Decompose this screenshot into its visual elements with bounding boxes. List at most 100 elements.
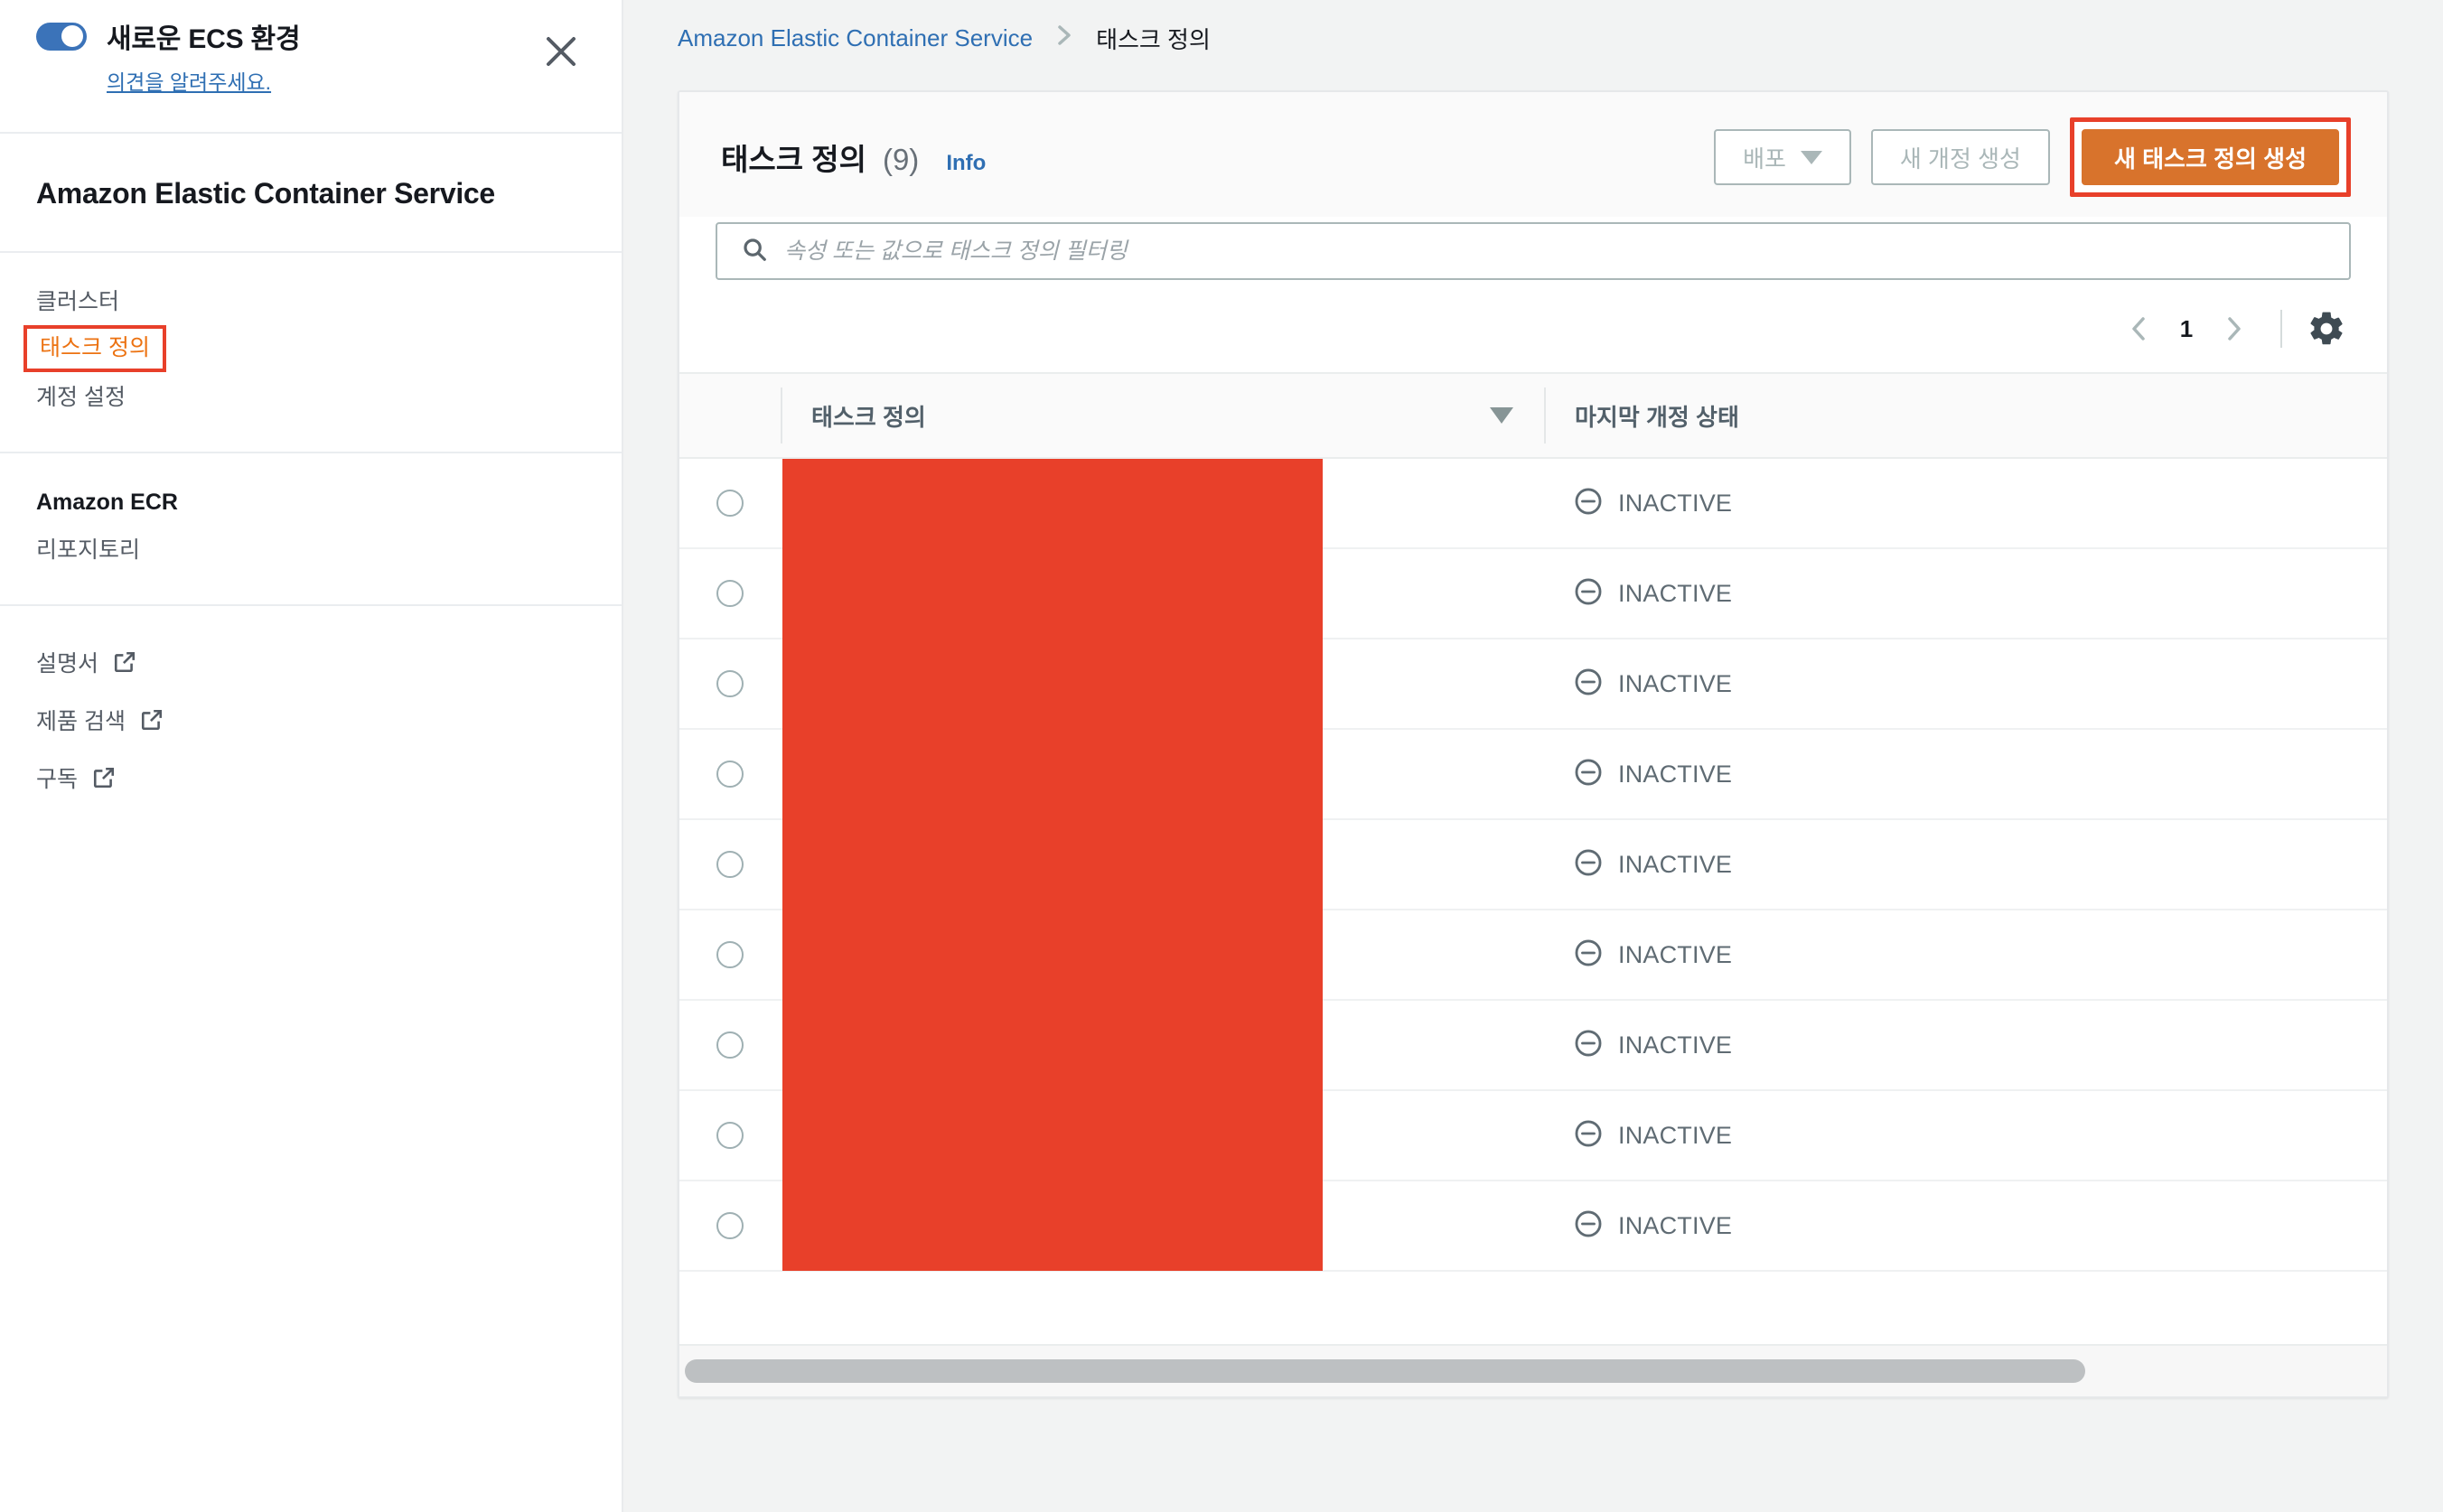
sidebar-item-repositories[interactable]: 리포지토리	[36, 528, 585, 572]
column-label: 마지막 개정 상태	[1575, 403, 1739, 431]
table-row[interactable]: INACTIVE	[679, 548, 2387, 639]
task-definition-name-cell[interactable]	[781, 548, 1544, 639]
task-definition-name-cell[interactable]	[781, 910, 1544, 1000]
row-select-cell	[679, 1031, 781, 1059]
task-definition-name-cell[interactable]	[781, 1090, 1544, 1181]
sidebar-item-account-settings[interactable]: 계정 설정	[36, 376, 585, 419]
table-row[interactable]: INACTIVE	[679, 819, 2387, 910]
deploy-button-label: 배포	[1743, 145, 1786, 173]
create-new-task-definition-button[interactable]: 새 태스크 정의 생성	[2081, 129, 2339, 185]
minus-circle-icon	[1573, 757, 1604, 792]
task-definitions-table: 태스크 정의 마지막 개정 상태 INACTIVE INACTIVE INACTIV…	[679, 372, 2387, 1396]
row-select-cell	[679, 580, 781, 607]
panel-title-group: 태스크 정의 (9) Info	[716, 135, 986, 179]
task-definition-name-cell[interactable]	[781, 639, 1544, 729]
task-definition-name-cell[interactable]	[781, 729, 1544, 819]
row-radio-button[interactable]	[716, 761, 744, 788]
status-badge: INACTIVE	[1618, 489, 1733, 517]
promo-toggle-row: 새로운 ECS 환경	[36, 16, 585, 56]
service-title: Amazon Elastic Container Service	[0, 134, 622, 253]
panel-header: 태스크 정의 (9) Info 배포 새 개정 생성 새 태스크 정의 생성	[679, 92, 2387, 217]
minus-circle-icon	[1573, 486, 1604, 521]
task-definition-name-cell[interactable]	[781, 819, 1544, 910]
row-radio-button[interactable]	[716, 1031, 744, 1059]
row-radio-button[interactable]	[716, 1122, 744, 1149]
sidebar-item-clusters[interactable]: 클러스터	[36, 280, 585, 323]
close-icon[interactable]	[542, 33, 580, 70]
table-row[interactable]: INACTIVE	[679, 1181, 2387, 1272]
status-badge: INACTIVE	[1618, 579, 1733, 607]
status-badge: INACTIVE	[1618, 669, 1733, 697]
table-header-task-definition[interactable]: 태스크 정의	[781, 387, 1544, 443]
external-link-icon	[140, 708, 164, 732]
chevron-left-icon[interactable]	[2112, 302, 2167, 356]
minus-circle-icon	[1573, 667, 1604, 702]
table-header-row: 태스크 정의 마지막 개정 상태	[679, 372, 2387, 459]
row-radio-button[interactable]	[716, 1212, 744, 1239]
row-select-cell	[679, 1122, 781, 1149]
table-row[interactable]: INACTIVE	[679, 459, 2387, 549]
task-definition-name-cell[interactable]	[781, 1181, 1544, 1271]
chevron-right-icon[interactable]	[2206, 302, 2260, 356]
scrollbar-track[interactable]	[685, 1359, 2382, 1383]
new-ecs-promo-banner: 새로운 ECS 환경 의견을 알려주세요.	[0, 0, 622, 134]
table-row[interactable]: INACTIVE	[679, 639, 2387, 730]
page-number[interactable]: 1	[2167, 315, 2206, 343]
table-row[interactable]: INACTIVE	[679, 1090, 2387, 1181]
minus-circle-icon	[1573, 576, 1604, 611]
search-input[interactable]	[784, 224, 2326, 278]
create-new-revision-button[interactable]: 새 개정 생성	[1870, 129, 2050, 185]
status-badge: INACTIVE	[1618, 1121, 1733, 1149]
row-select-cell	[679, 670, 781, 697]
filter-row	[679, 217, 2387, 293]
table-row[interactable]: INACTIVE	[679, 910, 2387, 1001]
sidebar-item-subscription[interactable]: 구독	[36, 749, 585, 807]
redacted-task-definition-name	[782, 459, 1323, 548]
sidebar-item-documentation[interactable]: 설명서	[36, 633, 585, 691]
info-link[interactable]: Info	[946, 151, 986, 176]
last-revision-status-cell: INACTIVE	[1544, 486, 2387, 521]
redacted-task-definition-name	[782, 548, 1323, 639]
sidebar-item-label: 설명서	[36, 651, 99, 677]
toggle-knob	[61, 25, 83, 47]
redacted-task-definition-name	[782, 819, 1323, 910]
table-row[interactable]: INACTIVE	[679, 1000, 2387, 1091]
breadcrumb-item-current: 태스크 정의	[1096, 25, 1211, 53]
minus-circle-icon	[1573, 1209, 1604, 1244]
create-button-highlight: 새 태스크 정의 생성	[2069, 117, 2351, 197]
horizontal-scrollbar[interactable]	[679, 1344, 2387, 1396]
sidebar-item-product-search[interactable]: 제품 검색	[36, 691, 585, 749]
panel-actions: 배포 새 개정 생성 새 태스크 정의 생성	[1714, 117, 2351, 197]
row-radio-button[interactable]	[716, 851, 744, 878]
page-title: 태스크 정의	[721, 143, 866, 176]
main-content: Amazon Elastic Container Service 태스크 정의 …	[623, 0, 2443, 1512]
minus-circle-icon	[1573, 1028, 1604, 1063]
last-revision-status-cell: INACTIVE	[1544, 1118, 2387, 1153]
deploy-button[interactable]: 배포	[1714, 129, 1851, 185]
last-revision-status-cell: INACTIVE	[1544, 667, 2387, 702]
row-radio-button[interactable]	[716, 580, 744, 607]
redacted-task-definition-name	[782, 729, 1323, 819]
row-radio-button[interactable]	[716, 490, 744, 517]
external-links-navigation: 설명서 제품 검색 구독	[0, 606, 622, 839]
pagination-divider	[2280, 310, 2282, 348]
task-definition-name-cell[interactable]	[781, 459, 1544, 548]
sort-descending-icon[interactable]	[1490, 407, 1513, 424]
breadcrumb-item-root[interactable]: Amazon Elastic Container Service	[678, 24, 1033, 52]
sidebar-item-task-definitions[interactable]: 태스크 정의	[23, 325, 166, 372]
scrollbar-thumb[interactable]	[685, 1359, 2085, 1383]
row-radio-button[interactable]	[716, 941, 744, 968]
last-revision-status-cell: INACTIVE	[1544, 1028, 2387, 1063]
status-badge: INACTIVE	[1618, 1211, 1733, 1239]
row-radio-button[interactable]	[716, 670, 744, 697]
promo-title: 새로운 ECS 환경	[107, 24, 301, 54]
redacted-task-definition-name	[782, 910, 1323, 1000]
app-root: 새로운 ECS 환경 의견을 알려주세요. Amazon Elastic Con…	[0, 0, 2443, 1512]
new-ecs-experience-toggle[interactable]	[36, 22, 87, 51]
feedback-link[interactable]: 의견을 알려주세요.	[107, 65, 585, 96]
gear-icon[interactable]	[2302, 304, 2351, 353]
table-header-last-revision-status[interactable]: 마지막 개정 상태	[1544, 387, 2387, 443]
table-row[interactable]: INACTIVE	[679, 729, 2387, 820]
task-definition-name-cell[interactable]	[781, 1000, 1544, 1090]
search-box[interactable]	[716, 222, 2351, 280]
